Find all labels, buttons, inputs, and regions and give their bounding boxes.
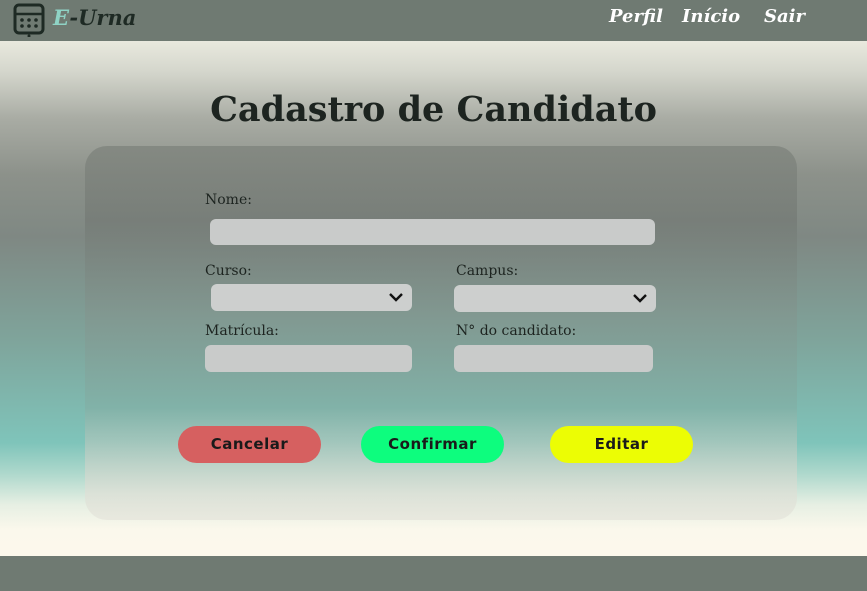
- cancel-button[interactable]: Cancelar: [178, 426, 321, 463]
- matricula-input[interactable]: [205, 345, 412, 372]
- numero-candidato-label: N° do candidato:: [456, 323, 577, 339]
- edit-button[interactable]: Editar: [550, 426, 693, 463]
- app-logo[interactable]: E-Urna: [53, 5, 136, 30]
- nav-link-inicio[interactable]: Início: [682, 6, 740, 27]
- main-content: Cadastro de Candidato Nome: Curso: Campu…: [0, 41, 867, 556]
- chevron-down-icon: [389, 293, 403, 302]
- nome-label: Nome:: [205, 192, 252, 208]
- logo-prefix: E: [53, 5, 70, 30]
- nav-link-sair[interactable]: Sair: [764, 6, 805, 27]
- navbar: E-Urna Perfil Início Sair: [0, 0, 867, 41]
- nav-link-perfil[interactable]: Perfil: [609, 6, 663, 27]
- page-title: Cadastro de Candidato: [210, 89, 657, 130]
- ballot-box-icon[interactable]: [12, 3, 46, 37]
- campus-label: Campus:: [456, 263, 519, 279]
- candidate-form-card: Nome: Curso: Campus: Matrícula: N° do ca…: [85, 146, 797, 520]
- numero-candidato-input[interactable]: [454, 345, 653, 372]
- curso-select[interactable]: [211, 284, 412, 311]
- chevron-down-icon: [633, 294, 647, 303]
- confirm-button[interactable]: Confirmar: [361, 426, 504, 463]
- footer: [0, 556, 867, 591]
- matricula-label: Matrícula:: [205, 323, 279, 339]
- nome-input[interactable]: [210, 219, 655, 245]
- curso-label: Curso:: [205, 263, 252, 279]
- logo-suffix: -Urna: [69, 5, 137, 30]
- campus-select[interactable]: [454, 285, 656, 312]
